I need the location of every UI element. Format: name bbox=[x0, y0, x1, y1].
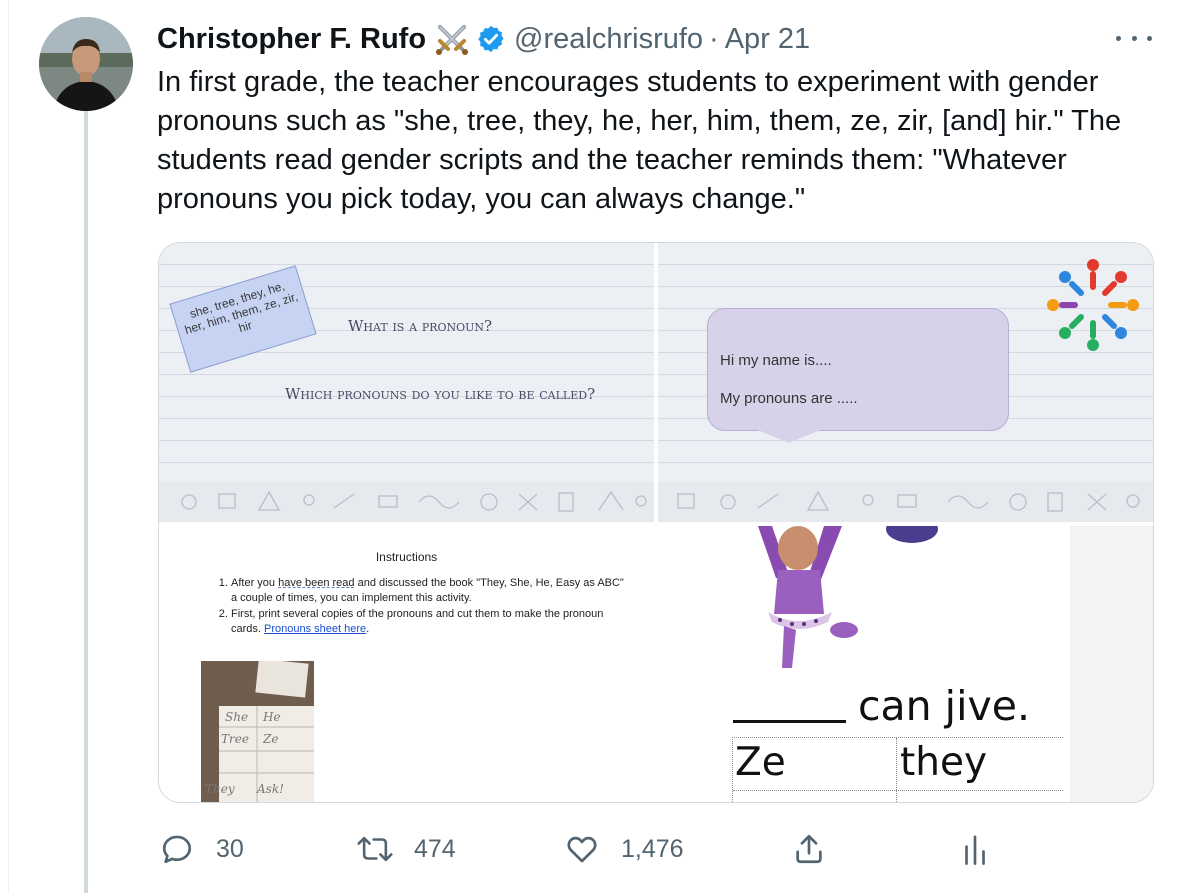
analytics-icon bbox=[965, 835, 985, 865]
bubble-line-pronouns: My pronouns are ..... bbox=[720, 390, 858, 407]
instructions-list: After you have been read and discussed t… bbox=[215, 576, 631, 638]
worksheet-sentence: can jive. bbox=[858, 682, 1030, 730]
media-slide-speech-bubble[interactable]: Hi my name is.... My pronouns are ..... bbox=[658, 243, 1153, 522]
reply-count: 30 bbox=[216, 834, 244, 863]
question-which-pronouns: Which pronouns do you like to be called? bbox=[285, 385, 596, 403]
instruction-item-2: First, print several copies of the prono… bbox=[231, 607, 631, 637]
like-button[interactable]: 1,476 bbox=[565, 826, 684, 872]
bubble-line-name: Hi my name is.... bbox=[720, 352, 832, 369]
instructions-title: Instructions bbox=[375, 550, 438, 564]
like-count: 1,476 bbox=[621, 834, 684, 863]
diversity-people-circle-icon bbox=[1047, 259, 1139, 351]
worksheet-word-grid: Ze they bbox=[732, 737, 1063, 802]
photo-word: They bbox=[205, 782, 235, 796]
avatar[interactable] bbox=[39, 17, 133, 111]
cartoon-character-illustration bbox=[758, 526, 938, 668]
worksheet-cell: Ze bbox=[735, 740, 786, 785]
tweet-action-bar: 30 474 1,476 bbox=[0, 826, 1200, 872]
question-what-is-pronoun: What is a pronoun? bbox=[348, 317, 493, 335]
doodle-border bbox=[159, 482, 654, 522]
reply-icon bbox=[162, 835, 192, 864]
retweet-icon bbox=[357, 836, 393, 862]
retweet-button[interactable]: 474 bbox=[356, 826, 456, 872]
worksheet-margin bbox=[1070, 526, 1153, 802]
avatar-portrait bbox=[39, 17, 133, 111]
share-icon bbox=[796, 834, 822, 864]
separator-dot: · bbox=[709, 22, 719, 55]
doodle-border bbox=[658, 482, 1153, 522]
like-icon bbox=[567, 836, 597, 863]
photo-word: He bbox=[262, 710, 281, 724]
tweet-text: In first grade, the teacher encourages s… bbox=[157, 66, 1122, 215]
worksheet-cell: they bbox=[900, 740, 988, 785]
tweet-header: Christopher F. Rufo @realchrisrufo · Apr… bbox=[157, 19, 810, 59]
photo-word: Tree bbox=[221, 732, 249, 746]
speech-bubble-tail bbox=[755, 429, 823, 443]
timeline-border bbox=[8, 0, 9, 893]
speech-bubble: Hi my name is.... My pronouns are ..... bbox=[707, 308, 1009, 431]
pronoun-cards-photo: She He Tree Ze They Ask! bbox=[201, 661, 314, 802]
fill-in-blank-line bbox=[733, 720, 846, 723]
photo-word: Ask! bbox=[256, 782, 284, 796]
more-icon[interactable] bbox=[1116, 26, 1152, 50]
author-handle[interactable]: @realchrisrufo bbox=[514, 23, 703, 56]
crossed-swords-icon bbox=[434, 23, 470, 55]
photo-word: She bbox=[225, 710, 248, 724]
pronouns-sheet-link[interactable]: Pronouns sheet here bbox=[264, 623, 366, 635]
media-grid[interactable]: she, tree, they, he, her, him, them, ze,… bbox=[158, 242, 1154, 803]
analytics-button[interactable] bbox=[960, 826, 990, 872]
media-slide-pronoun-questions[interactable]: she, tree, they, he, her, him, them, ze,… bbox=[159, 243, 654, 522]
thread-connector-line bbox=[84, 108, 88, 893]
author-name[interactable]: Christopher F. Rufo bbox=[157, 23, 426, 56]
photo-word: Ze bbox=[262, 732, 278, 746]
media-worksheet[interactable]: can jive. Ze they bbox=[658, 526, 1153, 802]
media-divider-horizontal bbox=[159, 522, 1153, 526]
share-button[interactable] bbox=[792, 826, 826, 872]
verified-badge-icon bbox=[476, 24, 506, 54]
reply-button[interactable]: 30 bbox=[160, 826, 244, 872]
tweet-date[interactable]: Apr 21 bbox=[725, 23, 810, 56]
instruction-item-1: After you have been read and discussed t… bbox=[231, 576, 631, 606]
media-instructions-document[interactable]: Instructions After you have been read an… bbox=[159, 526, 654, 802]
retweet-count: 474 bbox=[414, 834, 456, 863]
